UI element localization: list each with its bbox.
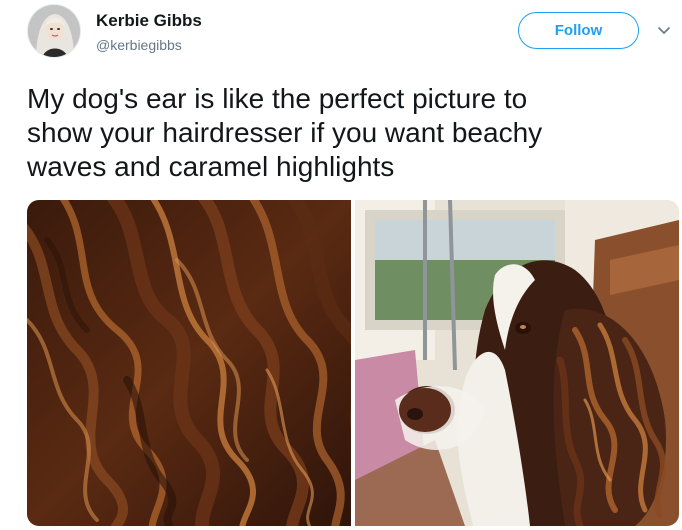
dog-photo[interactable] bbox=[355, 200, 679, 526]
chevron-down-icon[interactable] bbox=[656, 22, 672, 38]
avatar-photo bbox=[28, 5, 80, 57]
tweet-card: Kerbie Gibbs @kerbiegibbs Follow My dog'… bbox=[0, 0, 682, 530]
display-name[interactable]: Kerbie Gibbs bbox=[96, 11, 202, 31]
user-handle[interactable]: @kerbiegibbs bbox=[96, 37, 182, 53]
media-grid bbox=[27, 200, 679, 526]
hair-photo[interactable] bbox=[27, 200, 351, 526]
tweet-text: My dog's ear is like the perfect picture… bbox=[27, 83, 543, 182]
avatar[interactable] bbox=[27, 4, 81, 58]
follow-button[interactable]: Follow bbox=[518, 12, 639, 49]
